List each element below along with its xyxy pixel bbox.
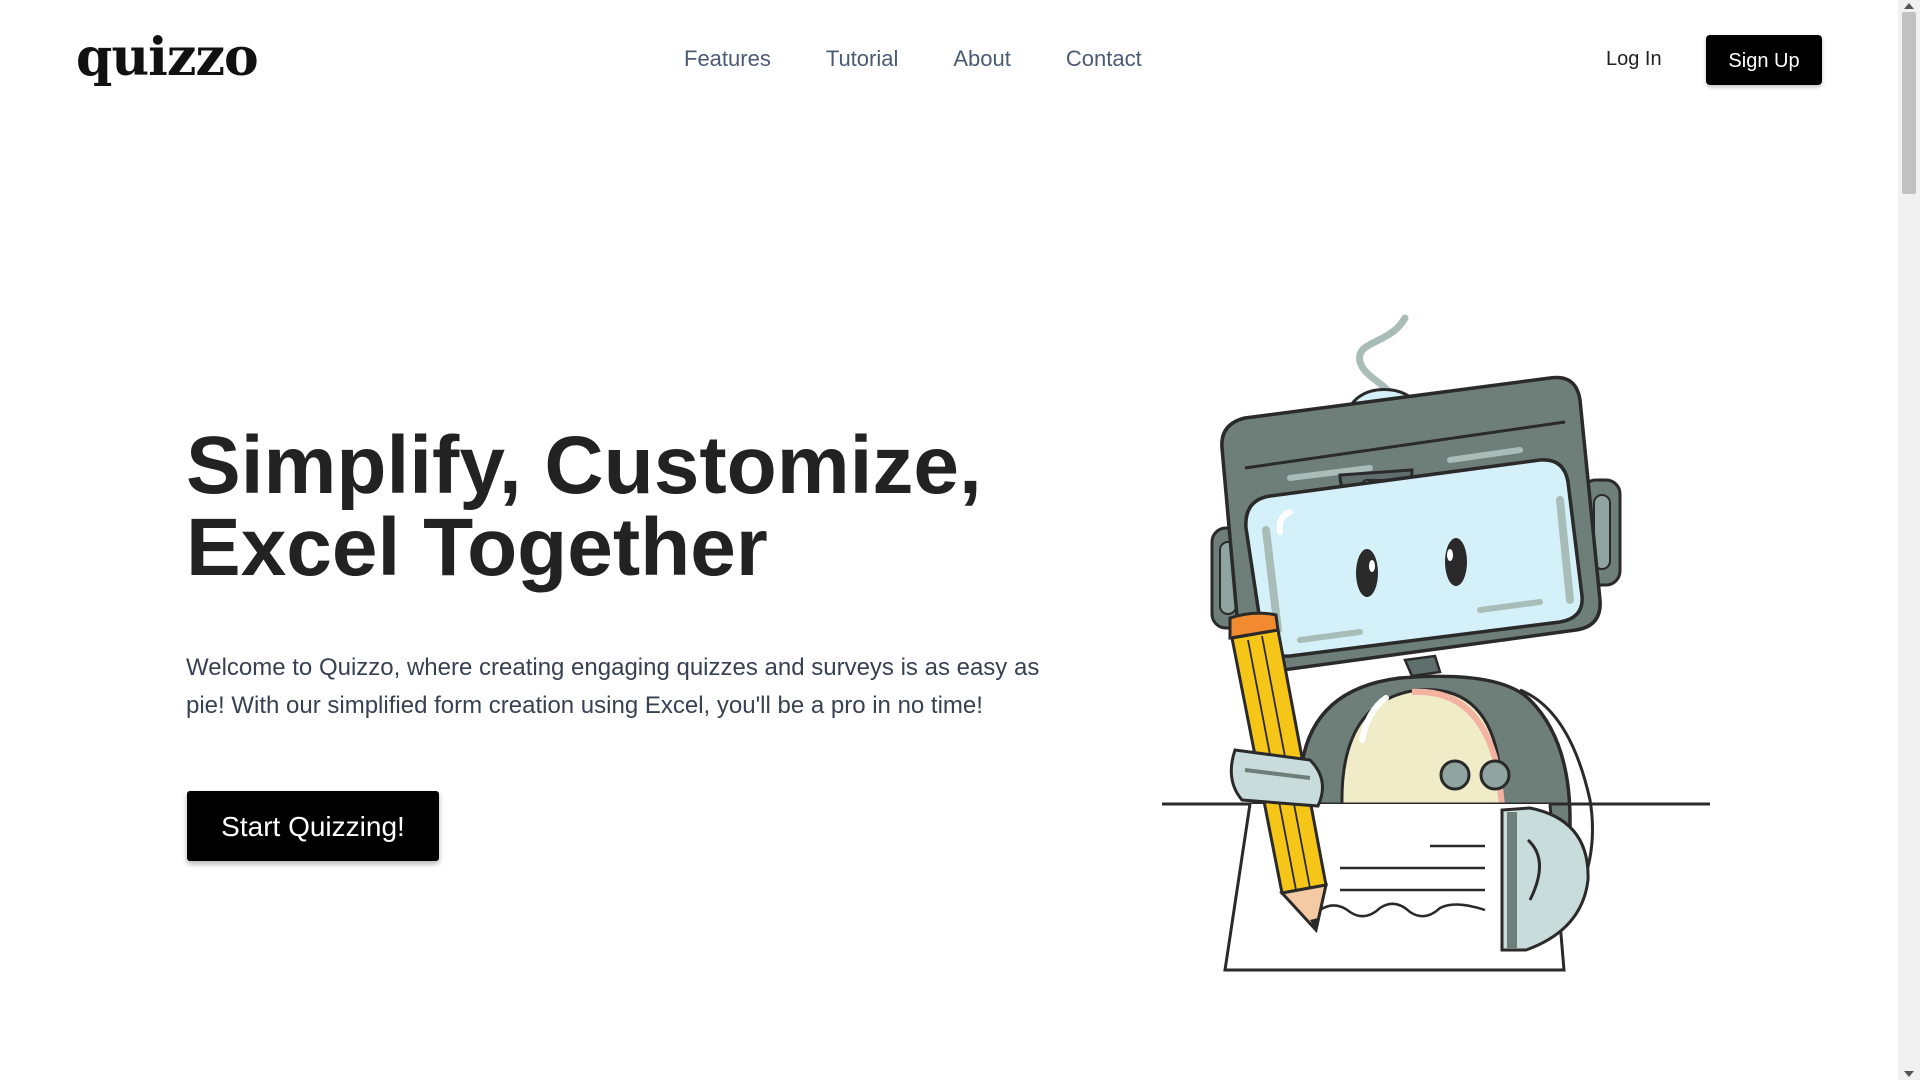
signup-button[interactable]: Sign Up — [1706, 35, 1822, 85]
hero-description: Welcome to Quizzo, where creating engagi… — [186, 654, 1040, 719]
nav-link-tutorial[interactable]: Tutorial — [826, 40, 899, 78]
robot-writing-illustration — [1162, 314, 1710, 972]
hero-title-line-1: Simplify, Customize, — [186, 420, 982, 511]
scrollbar-thumb[interactable] — [1902, 12, 1916, 194]
hero-title-line-2: Excel Together — [186, 502, 768, 593]
start-quizzing-button[interactable]: Start Quizzing! — [187, 791, 439, 861]
login-link[interactable]: Log In — [1606, 40, 1662, 78]
landing-page: quizzo Features Tutorial About Contact L… — [0, 0, 1920, 1080]
nav-link-contact[interactable]: Contact — [1066, 40, 1142, 78]
nav-link-features[interactable]: Features — [684, 40, 771, 78]
main-nav: Features Tutorial About Contact — [684, 40, 1142, 78]
page-scrollbar[interactable] — [1898, 0, 1920, 1080]
scroll-down-arrow-icon[interactable] — [1904, 1071, 1914, 1077]
hero-title: Simplify, Customize, Excel Together — [186, 425, 1086, 589]
logo[interactable]: quizzo — [76, 20, 259, 96]
scroll-up-arrow-icon[interactable] — [1904, 3, 1914, 9]
nav-link-about[interactable]: About — [953, 40, 1011, 78]
